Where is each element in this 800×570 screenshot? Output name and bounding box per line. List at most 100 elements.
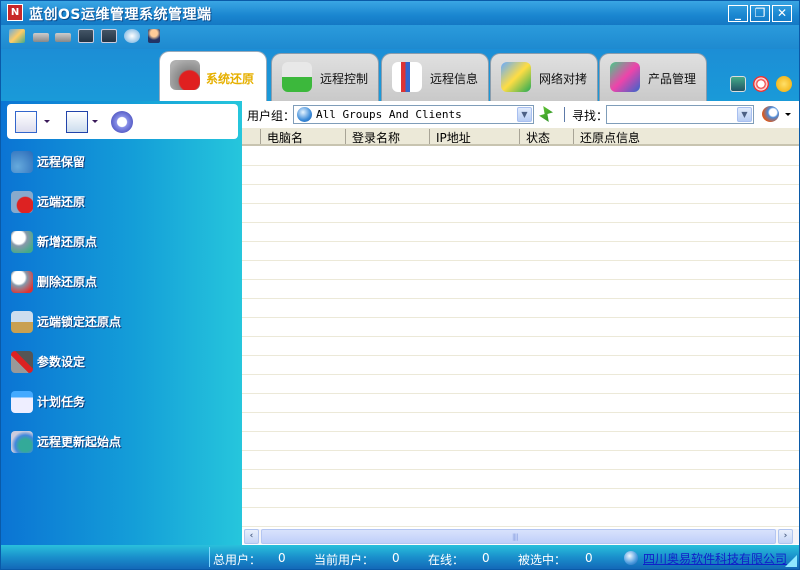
monitor-icon[interactable]: [78, 29, 94, 43]
minimize-button[interactable]: _: [728, 5, 748, 22]
chevron-down-icon[interactable]: [785, 113, 791, 116]
database-restore-icon: [170, 60, 200, 90]
user-group-value: All Groups And Clients: [316, 108, 462, 121]
table-row-gridline: [242, 298, 799, 299]
window-title: 蓝创OS运维管理系统管理端: [29, 7, 212, 23]
delete-restore-point-icon: [11, 271, 33, 293]
column-header-status[interactable]: 状态: [519, 129, 550, 145]
chevron-down-icon[interactable]: ▼: [737, 107, 752, 122]
cubes-icon: [610, 62, 640, 92]
resize-grip[interactable]: [785, 555, 797, 567]
monitor-key-icon[interactable]: [101, 29, 117, 43]
current-users-label: 当前用户：: [314, 553, 375, 567]
column-header-login-name[interactable]: 登录名称: [345, 129, 400, 145]
sidebar-item-label: 删除还原点: [37, 275, 98, 289]
sidebar-item-remote-keep[interactable]: 远程保留: [9, 149, 229, 175]
tab-product-management[interactable]: 产品管理: [599, 53, 707, 101]
sidebar-item-scheduled-tasks[interactable]: 计划任务: [9, 389, 229, 415]
scroll-left-button[interactable]: ‹: [244, 529, 259, 544]
sidebar-item-delete-restore-point[interactable]: 删除还原点: [9, 269, 229, 295]
sidebar-item-parameter-settings[interactable]: 参数设定: [9, 349, 229, 375]
table-row-gridline: [242, 241, 799, 242]
drive-icon[interactable]: [33, 33, 49, 42]
column-header-ip-address[interactable]: IP地址: [429, 129, 471, 145]
company-link[interactable]: 四川奥易软件科技有限公司: [643, 550, 787, 567]
update-start-point-icon: [11, 431, 33, 453]
tab-label: 系统还原: [206, 72, 255, 86]
tab-label: 产品管理: [648, 72, 697, 86]
monitor-icon[interactable]: [730, 76, 746, 92]
chevron-down-icon[interactable]: ▼: [517, 107, 532, 122]
status-bar: 总用户： 0 当前用户： 0 在线： 0 被选中： 0 四川奥易软件科技有限公司: [1, 545, 799, 569]
edit-check-icon[interactable]: [66, 111, 88, 133]
tab-system-restore[interactable]: 系统还原: [159, 51, 267, 103]
sidebar-item-remote-restore[interactable]: 远端还原: [9, 189, 229, 215]
sidebar-item-lock-restore-point[interactable]: 远端锁定还原点: [9, 309, 229, 335]
restore-button[interactable]: ❐: [750, 5, 770, 22]
divider: [564, 107, 565, 122]
sidebar-item-label: 新增还原点: [37, 235, 98, 249]
chevron-down-icon[interactable]: [44, 120, 50, 123]
remote-restore-icon: [11, 191, 33, 213]
online-label: 在线：: [428, 553, 465, 567]
divider: [209, 547, 210, 567]
schedule-icon: [11, 391, 33, 413]
table-row-gridline: [242, 355, 799, 356]
user-group-select[interactable]: All Groups And Clients ▼: [293, 105, 534, 124]
drive-key-icon[interactable]: [55, 33, 71, 42]
table-row-gridline: [242, 450, 799, 451]
table-row-gridline: [242, 279, 799, 280]
quick-toolbar: [1, 25, 799, 49]
search-label: 寻找：: [572, 109, 609, 123]
user-group-label: 用户组：: [247, 109, 296, 123]
table-row-gridline: [242, 260, 799, 261]
app-window: N 蓝创OS运维管理系统管理端 _ ❐ ✕ 系统还原 远程控制 远程信息 网络对…: [0, 0, 800, 570]
main-panel: 用户组： All Groups And Clients ▼ 寻找： ▼ 电脑名 …: [242, 101, 799, 545]
sidebar-item-add-restore-point[interactable]: 新增还原点: [9, 229, 229, 255]
remote-keep-icon: [11, 151, 33, 173]
table-row-gridline: [242, 507, 799, 508]
horizontal-scrollbar[interactable]: ‹ |||| ›: [244, 529, 799, 544]
scrollbar-thumb[interactable]: ||||: [261, 529, 776, 544]
selected-label: 被选中：: [518, 553, 567, 567]
lifebuoy-icon[interactable]: [753, 76, 769, 92]
tab-label: 远程信息: [430, 72, 479, 86]
chat-icon[interactable]: [776, 76, 792, 92]
client-table-body: [242, 146, 799, 529]
tab-remote-control[interactable]: 远程控制: [271, 53, 379, 101]
refresh-icon[interactable]: [539, 106, 553, 122]
online-count: 0: [482, 551, 490, 565]
app-logo-icon: N: [7, 4, 23, 21]
filter-bar: 用户组： All Groups And Clients ▼ 寻找： ▼: [242, 101, 799, 128]
tools-icon: [11, 351, 33, 373]
chart-pen-icon: [392, 62, 422, 92]
sidebar-item-label: 计划任务: [37, 395, 86, 409]
sidebar-item-remote-update-start-point[interactable]: 远程更新起始点: [9, 429, 229, 455]
close-button[interactable]: ✕: [772, 5, 792, 22]
sidebar-item-label: 远程更新起始点: [37, 435, 122, 449]
table-row-gridline: [242, 431, 799, 432]
search-input[interactable]: ▼: [606, 105, 754, 124]
tab-label: 网络对拷: [539, 72, 588, 86]
table-row-gridline: [242, 336, 799, 337]
tab-network-copy[interactable]: 网络对拷: [490, 53, 598, 101]
mail-icon[interactable]: [124, 29, 140, 43]
sidebar: 远程保留 远端还原 新增还原点 删除还原点 远端锁定还原点 参数设定 计划任务: [1, 101, 242, 545]
picture-icon[interactable]: [9, 29, 25, 43]
total-users-label: 总用户：: [213, 553, 262, 567]
table-row-gridline: [242, 374, 799, 375]
search-icon[interactable]: [762, 106, 779, 122]
sidebar-item-label: 参数设定: [37, 355, 86, 369]
column-header-restore-point-info[interactable]: 还原点信息: [573, 129, 640, 145]
gear-icon[interactable]: [111, 111, 133, 133]
grid-view-icon[interactable]: [15, 111, 37, 133]
globe-icon: [297, 107, 312, 122]
scroll-right-button[interactable]: ›: [778, 529, 793, 544]
download-drive-icon: [282, 62, 312, 92]
table-row-gridline: [242, 526, 799, 527]
user-icon[interactable]: [148, 29, 160, 43]
sidebar-item-label: 远端还原: [37, 195, 86, 209]
tab-remote-info[interactable]: 远程信息: [381, 53, 489, 101]
chevron-down-icon[interactable]: [92, 120, 98, 123]
column-header-computer-name[interactable]: 电脑名: [260, 129, 303, 145]
